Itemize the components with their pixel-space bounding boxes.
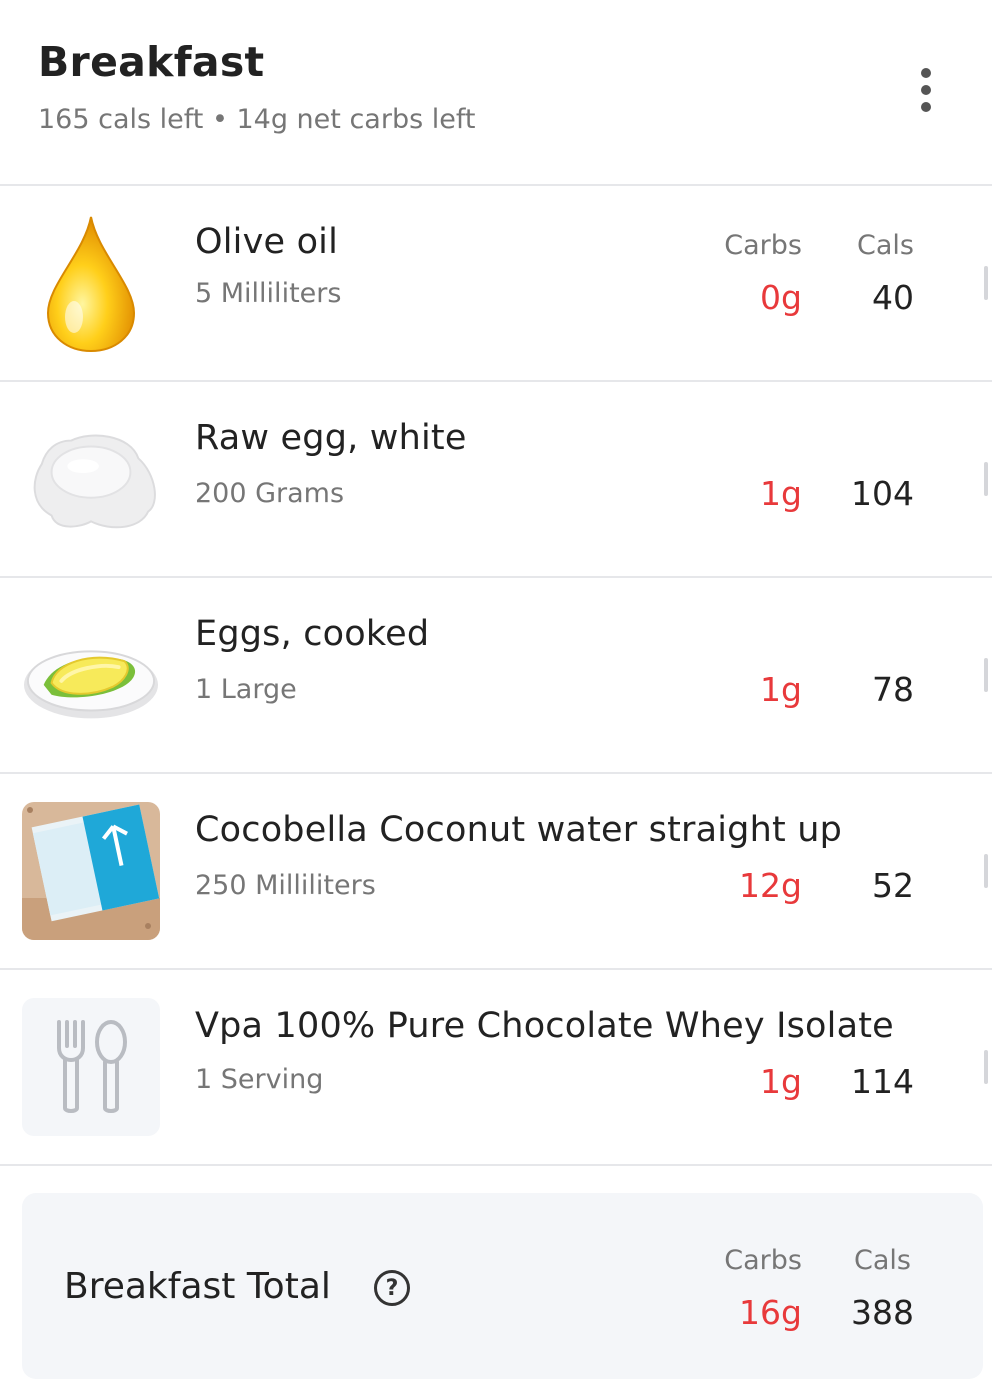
food-serving: 1 Serving [195, 1064, 324, 1095]
swipe-handle[interactable] [984, 1050, 988, 1084]
fork-spoon-placeholder-icon [22, 998, 160, 1136]
food-name: Vpa 100% Pure Chocolate Whey Isolate [195, 1006, 894, 1046]
food-serving: 250 Milliliters [195, 870, 376, 901]
total-cals-label: Cals [854, 1245, 911, 1276]
remaining-summary: 165 cals left • 14g net carbs left [38, 104, 476, 135]
food-name: Raw egg, white [195, 418, 467, 458]
more-vertical-icon[interactable] [906, 64, 946, 116]
swipe-handle[interactable] [984, 462, 988, 496]
food-carbs: 1g [760, 474, 802, 513]
food-name: Eggs, cooked [195, 614, 430, 654]
coconut-water-photo [22, 802, 160, 940]
food-serving: 5 Milliliters [195, 278, 342, 309]
omelette-plate-icon [22, 606, 160, 744]
food-cals: 78 [872, 670, 914, 709]
total-carbs-label: Carbs [724, 1245, 802, 1276]
swipe-handle[interactable] [984, 658, 988, 692]
carbs-column-label: Carbs [724, 230, 802, 261]
food-cals: 114 [851, 1062, 914, 1101]
total-label: Breakfast Total [64, 1266, 331, 1307]
food-name: Cocobella Coconut water straight up [195, 810, 843, 850]
food-cals: 40 [872, 278, 914, 317]
food-row-raw-egg-white[interactable]: Raw egg, white 200 Grams 1g 104 [0, 382, 992, 578]
food-name: Olive oil [195, 222, 339, 262]
olive-oil-drop-icon [22, 214, 160, 353]
meal-title: Breakfast [38, 38, 265, 86]
total-cals-value: 388 [851, 1293, 914, 1332]
cals-column-label: Cals [857, 230, 914, 261]
food-carbs: 12g [739, 866, 802, 905]
total-carbs-value: 16g [739, 1293, 802, 1332]
food-cals: 104 [851, 474, 914, 513]
food-cals: 52 [872, 866, 914, 905]
help-circle-icon[interactable]: ? [374, 1270, 410, 1306]
swipe-handle[interactable] [984, 266, 988, 300]
food-carbs: 0g [760, 278, 802, 317]
food-row-cocobella[interactable]: Cocobella Coconut water straight up 250 … [0, 774, 992, 970]
food-carbs: 1g [760, 1062, 802, 1101]
food-row-olive-oil[interactable]: Olive oil 5 Milliliters Carbs Cals 0g 40 [0, 186, 992, 382]
food-row-vpa-whey[interactable]: Vpa 100% Pure Chocolate Whey Isolate 1 S… [0, 970, 992, 1166]
raw-egg-white-icon [22, 410, 160, 548]
meal-total-card: Breakfast Total ? Carbs Cals 16g 388 [22, 1193, 983, 1379]
food-serving: 200 Grams [195, 478, 345, 509]
swipe-handle[interactable] [984, 854, 988, 888]
meal-header: Breakfast 165 cals left • 14g net carbs … [0, 0, 992, 186]
food-carbs: 1g [760, 670, 802, 709]
food-serving: 1 Large [195, 674, 297, 705]
food-row-eggs-cooked[interactable]: Eggs, cooked 1 Large 1g 78 [0, 578, 992, 774]
